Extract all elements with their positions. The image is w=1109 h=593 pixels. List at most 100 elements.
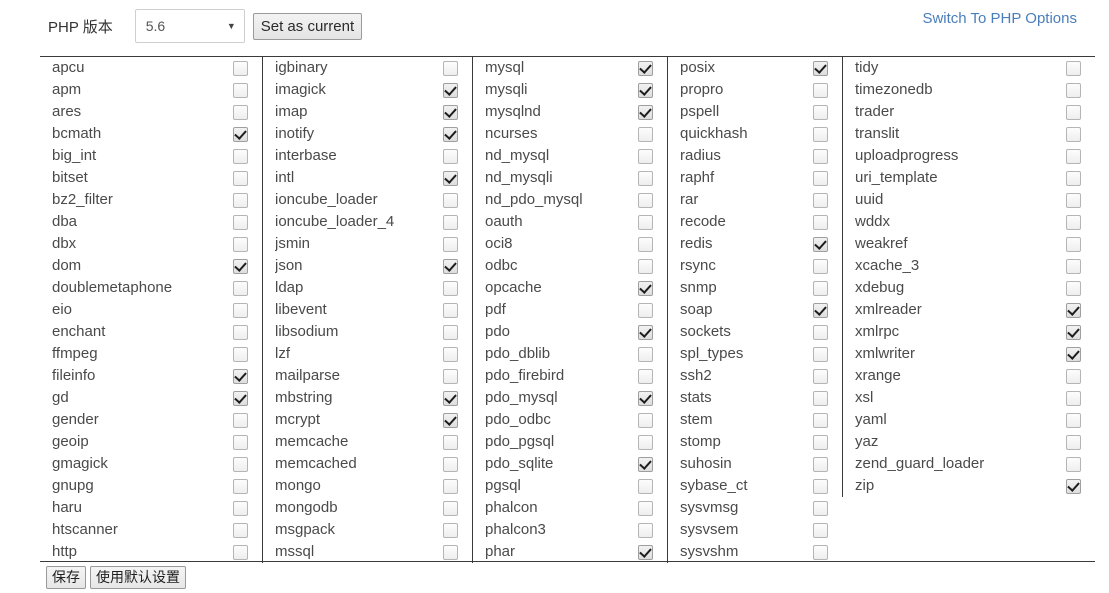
extension-checkbox-json[interactable] — [443, 258, 458, 274]
extension-checkbox-phar[interactable] — [638, 544, 653, 560]
extension-checkbox-ioncube_loader_4[interactable] — [443, 214, 458, 230]
extension-checkbox-ssh2[interactable] — [813, 368, 828, 384]
extension-checkbox-suhosin[interactable] — [813, 456, 828, 472]
extension-checkbox-timezonedb[interactable] — [1066, 82, 1081, 98]
extension-checkbox-xmlwriter[interactable] — [1066, 346, 1081, 362]
extension-checkbox-sysvsem[interactable] — [813, 522, 828, 538]
extension-checkbox-pdo_pgsql[interactable] — [638, 434, 653, 450]
extension-checkbox-nd_pdo_mysql[interactable] — [638, 192, 653, 208]
extension-checkbox-oci8[interactable] — [638, 236, 653, 252]
extension-checkbox-xcache_3[interactable] — [1066, 258, 1081, 274]
extension-checkbox-nd_mysqli[interactable] — [638, 170, 653, 186]
extension-checkbox-pgsql[interactable] — [638, 478, 653, 494]
extension-checkbox-bcmath[interactable] — [233, 126, 248, 142]
extension-checkbox-interbase[interactable] — [443, 148, 458, 164]
extension-checkbox-msgpack[interactable] — [443, 522, 458, 538]
extension-checkbox-dbx[interactable] — [233, 236, 248, 252]
extension-checkbox-xmlreader[interactable] — [1066, 302, 1081, 318]
extension-checkbox-haru[interactable] — [233, 500, 248, 516]
extension-checkbox-rsync[interactable] — [813, 258, 828, 274]
extension-checkbox-odbc[interactable] — [638, 258, 653, 274]
extension-checkbox-apcu[interactable] — [233, 60, 248, 76]
extension-checkbox-snmp[interactable] — [813, 280, 828, 296]
extension-checkbox-mysql[interactable] — [638, 60, 653, 76]
extension-checkbox-xmlrpc[interactable] — [1066, 324, 1081, 340]
extension-checkbox-uuid[interactable] — [1066, 192, 1081, 208]
extension-checkbox-phalcon3[interactable] — [638, 522, 653, 538]
save-button[interactable]: 保存 — [46, 566, 86, 589]
extension-checkbox-dom[interactable] — [233, 258, 248, 274]
extension-checkbox-mcrypt[interactable] — [443, 412, 458, 428]
extension-checkbox-wddx[interactable] — [1066, 214, 1081, 230]
extension-checkbox-mssql[interactable] — [443, 544, 458, 560]
extension-checkbox-mysqli[interactable] — [638, 82, 653, 98]
extension-checkbox-quickhash[interactable] — [813, 126, 828, 142]
extension-checkbox-pdo_mysql[interactable] — [638, 390, 653, 406]
extension-checkbox-raphf[interactable] — [813, 170, 828, 186]
extension-checkbox-stats[interactable] — [813, 390, 828, 406]
extension-checkbox-uploadprogress[interactable] — [1066, 148, 1081, 164]
extension-checkbox-phalcon[interactable] — [638, 500, 653, 516]
extension-checkbox-gmagick[interactable] — [233, 456, 248, 472]
extension-checkbox-pdf[interactable] — [638, 302, 653, 318]
extension-checkbox-gnupg[interactable] — [233, 478, 248, 494]
extension-checkbox-xdebug[interactable] — [1066, 280, 1081, 296]
extension-checkbox-jsmin[interactable] — [443, 236, 458, 252]
extension-checkbox-big_int[interactable] — [233, 148, 248, 164]
extension-checkbox-ncurses[interactable] — [638, 126, 653, 142]
extension-checkbox-recode[interactable] — [813, 214, 828, 230]
extension-checkbox-mailparse[interactable] — [443, 368, 458, 384]
extension-checkbox-sysvmsg[interactable] — [813, 500, 828, 516]
extension-checkbox-soap[interactable] — [813, 302, 828, 318]
extension-checkbox-stomp[interactable] — [813, 434, 828, 450]
extension-checkbox-pdo_sqlite[interactable] — [638, 456, 653, 472]
extension-checkbox-mongodb[interactable] — [443, 500, 458, 516]
extension-checkbox-http[interactable] — [233, 544, 248, 560]
extension-checkbox-tidy[interactable] — [1066, 60, 1081, 76]
extension-checkbox-xsl[interactable] — [1066, 390, 1081, 406]
extension-checkbox-propro[interactable] — [813, 82, 828, 98]
extension-checkbox-radius[interactable] — [813, 148, 828, 164]
extension-checkbox-ares[interactable] — [233, 104, 248, 120]
extension-checkbox-doublemetaphone[interactable] — [233, 280, 248, 296]
use-default-settings-button[interactable]: 使用默认设置 — [90, 566, 186, 589]
extension-checkbox-libevent[interactable] — [443, 302, 458, 318]
extension-checkbox-sybase_ct[interactable] — [813, 478, 828, 494]
extension-checkbox-posix[interactable] — [813, 60, 828, 76]
extension-checkbox-apm[interactable] — [233, 82, 248, 98]
extension-checkbox-trader[interactable] — [1066, 104, 1081, 120]
extension-checkbox-xrange[interactable] — [1066, 368, 1081, 384]
extension-checkbox-oauth[interactable] — [638, 214, 653, 230]
extension-checkbox-gd[interactable] — [233, 390, 248, 406]
switch-to-php-options-link[interactable]: Switch To PHP Options — [922, 10, 1077, 27]
extension-checkbox-opcache[interactable] — [638, 280, 653, 296]
extension-checkbox-zend_guard_loader[interactable] — [1066, 456, 1081, 472]
extension-checkbox-redis[interactable] — [813, 236, 828, 252]
extension-checkbox-translit[interactable] — [1066, 126, 1081, 142]
set-as-current-button[interactable]: Set as current — [252, 12, 363, 40]
extension-checkbox-rar[interactable] — [813, 192, 828, 208]
extension-checkbox-bitset[interactable] — [233, 170, 248, 186]
extension-checkbox-mbstring[interactable] — [443, 390, 458, 406]
extension-checkbox-mysqlnd[interactable] — [638, 104, 653, 120]
extension-checkbox-pdo_dblib[interactable] — [638, 346, 653, 362]
extension-checkbox-inotify[interactable] — [443, 126, 458, 142]
extension-checkbox-ffmpeg[interactable] — [233, 346, 248, 362]
extension-checkbox-ioncube_loader[interactable] — [443, 192, 458, 208]
extension-checkbox-libsodium[interactable] — [443, 324, 458, 340]
extension-checkbox-stem[interactable] — [813, 412, 828, 428]
extension-checkbox-eio[interactable] — [233, 302, 248, 318]
extension-checkbox-lzf[interactable] — [443, 346, 458, 362]
extension-checkbox-sysvshm[interactable] — [813, 544, 828, 560]
extension-checkbox-igbinary[interactable] — [443, 60, 458, 76]
extension-checkbox-memcache[interactable] — [443, 434, 458, 450]
extension-checkbox-geoip[interactable] — [233, 434, 248, 450]
extension-checkbox-htscanner[interactable] — [233, 522, 248, 538]
extension-checkbox-pdo_firebird[interactable] — [638, 368, 653, 384]
extension-checkbox-intl[interactable] — [443, 170, 458, 186]
extension-checkbox-memcached[interactable] — [443, 456, 458, 472]
extension-checkbox-gender[interactable] — [233, 412, 248, 428]
extension-checkbox-nd_mysql[interactable] — [638, 148, 653, 164]
extension-checkbox-sockets[interactable] — [813, 324, 828, 340]
extension-checkbox-weakref[interactable] — [1066, 236, 1081, 252]
